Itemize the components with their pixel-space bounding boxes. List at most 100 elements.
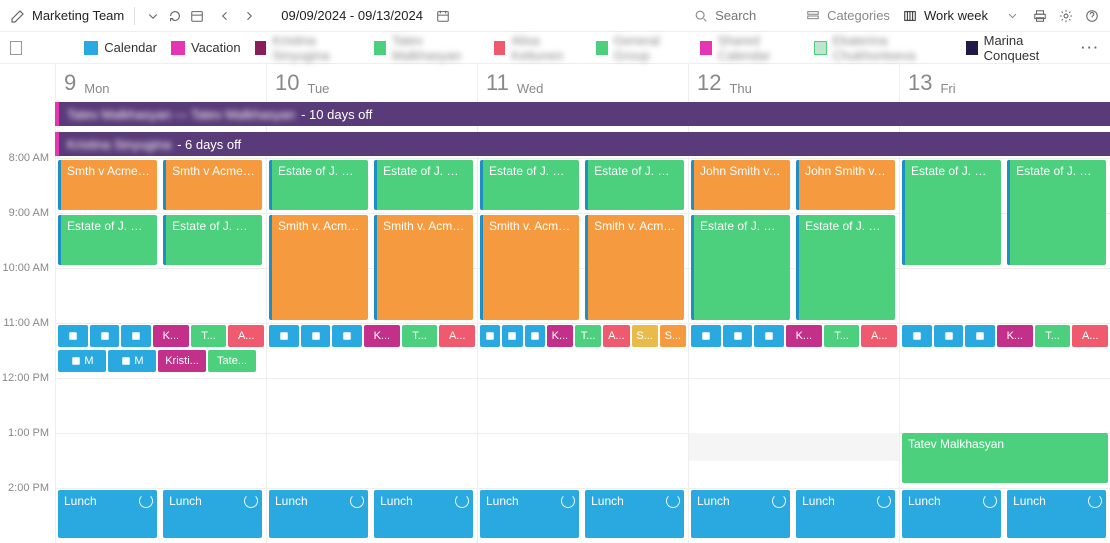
view-picker[interactable]: Work week <box>902 8 1020 24</box>
teams-icon[interactable] <box>754 325 784 347</box>
search-input[interactable] <box>715 8 785 23</box>
allday-event[interactable]: Tatev Malkhasyan — Tatev Malkhasyan - 10… <box>55 102 1110 126</box>
event[interactable]: A... <box>1072 325 1108 347</box>
categories-button[interactable]: Categories <box>805 8 890 24</box>
teams-icon[interactable] <box>480 325 500 347</box>
event[interactable]: Estate of J. Do... <box>480 160 579 210</box>
time-column: 8:00 AM 9:00 AM 10:00 AM 11:00 AM 12:00 … <box>0 64 55 543</box>
search-box[interactable] <box>693 8 793 24</box>
event[interactable]: S... <box>632 325 658 347</box>
event-lunch[interactable]: Lunch <box>585 490 684 538</box>
legend-item[interactable]: Marina Conquest <box>966 33 1067 63</box>
event[interactable]: Kristi... <box>158 350 206 372</box>
event[interactable]: Estate of J. Do... <box>163 215 262 265</box>
event[interactable]: Estate of J. Do... <box>796 215 895 320</box>
event-lunch[interactable]: Lunch <box>1007 490 1106 538</box>
event[interactable]: Estate of J. Do... <box>374 160 473 210</box>
teams-icon[interactable] <box>934 325 964 347</box>
event[interactable]: K... <box>153 325 189 347</box>
legend-item[interactable]: General Group <box>596 33 686 63</box>
legend-item[interactable]: Calendar <box>84 40 157 55</box>
event[interactable]: John Smith v. ... <box>691 160 790 210</box>
event[interactable]: A... <box>439 325 475 347</box>
calendar-picker[interactable]: Marketing Team <box>32 8 124 23</box>
teams-icon[interactable] <box>90 325 120 347</box>
event[interactable]: M <box>108 350 156 372</box>
event[interactable]: T... <box>1035 325 1071 347</box>
event-lunch[interactable]: Lunch <box>374 490 473 538</box>
event[interactable]: A... <box>228 325 264 347</box>
day-header[interactable]: 10Tue <box>267 64 477 100</box>
legend-item[interactable]: Alisa Kettunen <box>494 33 582 63</box>
event[interactable]: T... <box>824 325 860 347</box>
legend-item[interactable]: Tatev Malkhasyan <box>374 33 479 63</box>
event[interactable]: Smith v. Acme:... <box>374 215 473 320</box>
event[interactable]: Tate... <box>208 350 256 372</box>
legend-item[interactable]: Ekaterina Chukhontseva <box>814 33 951 63</box>
event[interactable]: K... <box>997 325 1033 347</box>
select-all-checkbox[interactable] <box>10 41 22 55</box>
event[interactable]: John Smith v. ... <box>796 160 895 210</box>
event[interactable]: Estate of J. Do... <box>269 160 368 210</box>
gear-icon[interactable] <box>1058 8 1074 24</box>
event[interactable]: K... <box>547 325 573 347</box>
chevron-down-icon[interactable] <box>145 8 161 24</box>
event-lunch[interactable]: Lunch <box>480 490 579 538</box>
event-lunch[interactable]: Lunch <box>163 490 262 538</box>
allday-event[interactable]: Kristina Sinyugina - 6 days off <box>55 132 1110 156</box>
event[interactable]: A... <box>861 325 897 347</box>
day-header[interactable]: 9Mon <box>56 64 266 100</box>
event[interactable]: Smth v Acme: ... <box>163 160 262 210</box>
prev-icon[interactable] <box>217 8 233 24</box>
event[interactable]: Smith v. Acme:... <box>480 215 579 320</box>
teams-icon[interactable] <box>723 325 753 347</box>
teams-icon[interactable] <box>332 325 362 347</box>
event[interactable]: T... <box>191 325 227 347</box>
swatch <box>700 41 712 55</box>
teams-icon[interactable] <box>269 325 299 347</box>
today-icon[interactable] <box>189 8 205 24</box>
event[interactable]: A... <box>603 325 629 347</box>
event[interactable]: Estate of J. Do... <box>585 160 684 210</box>
event-lunch[interactable]: Lunch <box>269 490 368 538</box>
more-icon[interactable]: ··· <box>1081 40 1100 55</box>
teams-icon[interactable] <box>58 325 88 347</box>
event[interactable]: S... <box>660 325 686 347</box>
event-lunch[interactable]: Lunch <box>691 490 790 538</box>
calendar-icon[interactable] <box>435 8 451 24</box>
event[interactable]: K... <box>364 325 400 347</box>
teams-icon[interactable] <box>121 325 151 347</box>
edit-icon[interactable] <box>10 8 26 24</box>
day-header[interactable]: 12Thu <box>689 64 899 100</box>
teams-icon[interactable] <box>965 325 995 347</box>
event[interactable]: T... <box>575 325 601 347</box>
event[interactable]: Tatev Malkhasyan <box>902 433 1108 483</box>
event-lunch[interactable]: Lunch <box>902 490 1001 538</box>
day-header[interactable]: 11Wed <box>478 64 688 100</box>
event[interactable]: Smith v. Acme:... <box>269 215 368 320</box>
legend-item[interactable]: Vacation <box>171 40 241 55</box>
legend-item[interactable]: Shared Calendar <box>700 33 801 63</box>
teams-icon[interactable] <box>301 325 331 347</box>
event[interactable]: K... <box>786 325 822 347</box>
print-icon[interactable] <box>1032 8 1048 24</box>
help-icon[interactable] <box>1084 8 1100 24</box>
event[interactable]: Smth v Acme: ... <box>58 160 157 210</box>
event[interactable]: T... <box>402 325 438 347</box>
day-header[interactable]: 13Fri <box>900 64 1110 100</box>
teams-icon[interactable] <box>525 325 545 347</box>
event[interactable]: Estate of J. Do... <box>58 215 157 265</box>
teams-icon[interactable] <box>691 325 721 347</box>
event-lunch[interactable]: Lunch <box>58 490 157 538</box>
next-icon[interactable] <box>241 8 257 24</box>
teams-icon[interactable] <box>502 325 522 347</box>
event[interactable]: M <box>58 350 106 372</box>
teams-icon[interactable] <box>902 325 932 347</box>
event[interactable]: Estate of J. Do... <box>691 215 790 320</box>
event-lunch[interactable]: Lunch <box>796 490 895 538</box>
event[interactable]: Smith v. Acme:... <box>585 215 684 320</box>
refresh-icon[interactable] <box>167 8 183 24</box>
event[interactable]: Estate of J. Do... <box>902 160 1001 265</box>
legend-item[interactable]: Kristina Sinyugina <box>255 33 360 63</box>
event[interactable]: Estate of J. Do... <box>1007 160 1106 265</box>
